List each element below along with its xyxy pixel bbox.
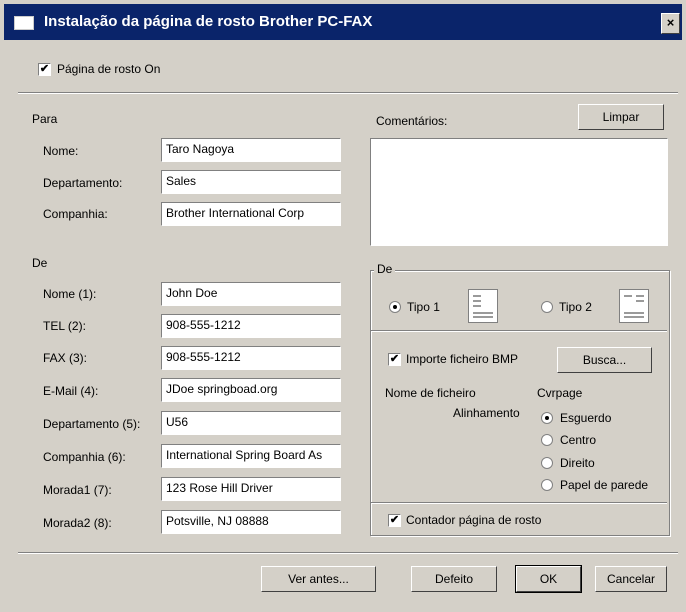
para-companhia-field[interactable]: Brother International Corp — [161, 202, 341, 226]
tipo2-label: Tipo 2 — [559, 300, 592, 314]
de-fax-label: FAX (3): — [43, 351, 88, 365]
align-right-radio[interactable] — [541, 457, 553, 469]
divider — [371, 502, 667, 504]
de-nome-field[interactable]: John Doe — [161, 282, 341, 306]
title-bar: Instalação da página de rosto Brother PC… — [4, 4, 682, 40]
de-email-label: E-Mail (4): — [43, 384, 99, 398]
close-button[interactable]: × — [661, 13, 680, 34]
align-center-radio[interactable] — [541, 434, 553, 446]
comments-textarea[interactable] — [370, 138, 668, 246]
de-tel-label: TEL (2): — [43, 319, 86, 333]
counter-label: Contador página de rosto — [406, 513, 542, 527]
align-center-label: Centro — [560, 433, 597, 447]
tipo1-preview-icon — [468, 289, 498, 323]
divider — [371, 330, 667, 332]
align-wallpaper-radio[interactable] — [541, 479, 553, 491]
ok-button[interactable]: OK — [515, 565, 582, 593]
align-left-label: Esguerdo — [560, 411, 612, 425]
counter-checkbox[interactable]: ✔ — [388, 514, 401, 527]
align-right-label: Direito — [560, 456, 595, 470]
template-group-label: De — [374, 262, 396, 276]
para-heading: Para — [32, 112, 58, 126]
window-icon — [14, 16, 34, 30]
preview-button[interactable]: Ver antes... — [261, 566, 376, 592]
tipo2-preview-icon — [619, 289, 649, 323]
tipo2-radio[interactable] — [541, 301, 553, 313]
de-nome-label: Nome (1): — [43, 287, 97, 301]
default-button[interactable]: Defeito — [411, 566, 497, 592]
para-departamento-field[interactable]: Sales — [161, 170, 341, 194]
cover-page-setup-dialog: Instalação da página de rosto Brother PC… — [0, 0, 686, 612]
alignment-label: Alinhamento — [453, 406, 520, 420]
de-companhia-field[interactable]: International Spring Board As — [161, 444, 341, 468]
de-heading: De — [32, 256, 48, 270]
para-nome-field[interactable]: Taro Nagoya — [161, 138, 341, 162]
para-nome-label: Nome: — [43, 144, 79, 158]
de-email-field[interactable]: JDoe springboad.org — [161, 378, 341, 402]
import-bmp-label: Importe ficheiro BMP — [406, 352, 519, 366]
window-title: Instalação da página de rosto Brother PC… — [44, 13, 373, 30]
browse-button[interactable]: Busca... — [557, 347, 652, 373]
de-tel-field[interactable]: 908-555-1212 — [161, 314, 341, 338]
de-companhia-label: Companhia (6): — [43, 450, 126, 464]
divider — [18, 552, 678, 554]
tipo1-radio[interactable] — [389, 301, 401, 313]
de-departamento-label: Departamento (5): — [43, 417, 141, 431]
cover-on-label: Página de rosto On — [57, 62, 161, 76]
de-morada1-field[interactable]: 123 Rose Hill Driver — [161, 477, 341, 501]
filename-value: Cvrpage — [537, 386, 583, 400]
para-companhia-label: Companhia: — [43, 207, 108, 221]
import-bmp-checkbox[interactable]: ✔ — [388, 353, 401, 366]
clear-button[interactable]: Limpar — [578, 104, 664, 130]
de-departamento-field[interactable]: U56 — [161, 411, 341, 435]
cover-on-checkbox[interactable]: ✔ — [38, 63, 51, 76]
align-left-radio[interactable] — [541, 412, 553, 424]
divider — [18, 92, 678, 94]
de-morada1-label: Morada1 (7): — [43, 483, 112, 497]
de-morada2-label: Morada2 (8): — [43, 516, 112, 530]
align-wallpaper-label: Papel de parede — [560, 478, 649, 492]
cancel-button[interactable]: Cancelar — [595, 566, 667, 592]
de-morada2-field[interactable]: Potsville, NJ 08888 — [161, 510, 341, 534]
comments-label: Comentários: — [376, 114, 448, 128]
tipo1-label: Tipo 1 — [407, 300, 440, 314]
de-fax-field[interactable]: 908-555-1212 — [161, 346, 341, 370]
para-departamento-label: Departamento: — [43, 176, 123, 190]
filename-label: Nome de ficheiro — [385, 386, 476, 400]
